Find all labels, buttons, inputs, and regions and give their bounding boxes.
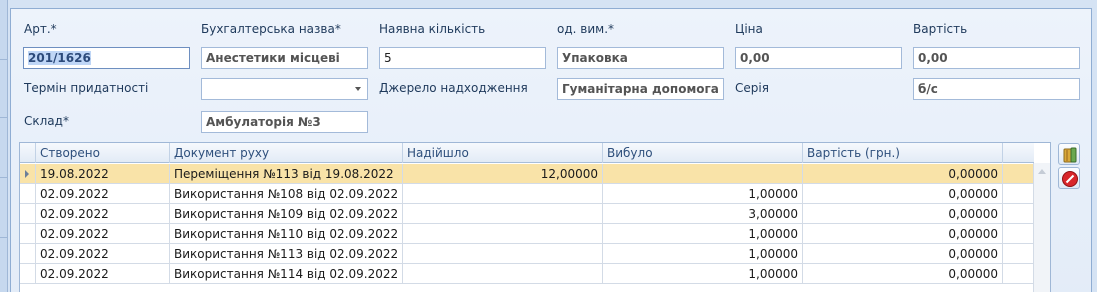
table-row[interactable]: 02.09.2022 Використання №113 від 02.09.2… [20,244,1034,264]
cell-outgoing: 1,00000 [603,224,803,244]
cell-incoming [403,204,603,224]
cell-created: 02.09.2022 [36,224,170,244]
cell-document: Використання №110 від 02.09.2022 [170,224,403,244]
cell-outgoing: 1,00000 [603,264,803,284]
cost-input[interactable]: 0,00 [913,47,1080,69]
cell-outgoing: 3,00000 [603,204,803,224]
cell-document: Переміщення №113 від 19.08.2022 [170,164,403,184]
cell-cost: 0,00000 [803,164,1003,184]
expiry-dropdown[interactable] [201,78,368,100]
cell-document: Використання №109 від 02.09.2022 [170,204,403,224]
unit-input[interactable]: Упаковка [557,47,724,69]
add-record-button[interactable] [1058,143,1080,165]
unit-label: од. вим.* [557,22,615,36]
cell-created: 02.09.2022 [36,184,170,204]
delete-record-button[interactable] [1058,167,1080,189]
grid-header: Створено Документ руху Надійшло Вибуло В… [20,143,1034,163]
cell-incoming [403,184,603,204]
cell-cost: 0,00000 [803,264,1003,284]
cell-cost: 0,00000 [803,224,1003,244]
warehouse-input[interactable]: Амбулаторія №3 [201,111,368,133]
current-row-icon [25,170,29,178]
row-indicator [20,164,36,184]
row-indicator [20,264,36,284]
cell-incoming [403,244,603,264]
series-label: Серія [735,81,769,95]
column-document[interactable]: Документ руху [170,143,403,163]
column-cost[interactable]: Вартість (грн.) [803,143,1003,163]
art-label: Арт.* [24,22,57,36]
row-indicator [20,244,36,264]
art-input[interactable]: 201/1626 [23,47,190,69]
table-row[interactable]: 02.09.2022 Використання №110 від 02.09.2… [20,224,1034,244]
price-input[interactable]: 0,00 [735,47,902,69]
cell-cost: 0,00000 [803,184,1003,204]
cell-outgoing [603,164,803,184]
chevron-down-icon[interactable] [355,87,361,91]
scroll-up-icon[interactable] [1038,169,1046,174]
quantity-label: Наявна кількість [379,22,486,36]
art-value: 201/1626 [28,51,91,65]
column-incoming[interactable]: Надійшло [403,143,603,163]
row-indicator [20,224,36,244]
book-add-icon [1063,147,1077,163]
cell-cost: 0,00000 [803,244,1003,264]
row-indicator [20,184,36,204]
row-indicator [20,204,36,224]
table-row[interactable]: 19.08.2022 Переміщення №113 від 19.08.20… [20,164,1034,184]
left-window-edge [0,0,8,292]
cell-incoming [403,224,603,244]
cell-created: 02.09.2022 [36,264,170,284]
cell-outgoing: 1,00000 [603,184,803,204]
expiry-label: Термін придатності [24,81,149,95]
cost-label: Вартість [913,22,968,36]
quantity-input[interactable]: 5 [379,47,546,69]
table-row[interactable]: 02.09.2022 Використання №109 від 02.09.2… [20,204,1034,224]
cell-cost: 0,00000 [803,204,1003,224]
cell-document: Використання №113 від 02.09.2022 [170,244,403,264]
cell-incoming: 12,00000 [403,164,603,184]
series-input[interactable]: б/с [913,78,1080,100]
cell-created: 19.08.2022 [36,164,170,184]
source-label: Джерело надходження [379,81,528,95]
cell-outgoing: 1,00000 [603,244,803,264]
accounting-name-label: Бухгалтерська назва* [201,22,341,36]
cell-created: 02.09.2022 [36,204,170,224]
cell-created: 02.09.2022 [36,244,170,264]
cell-document: Використання №108 від 02.09.2022 [170,184,403,204]
column-created[interactable]: Створено [36,143,170,163]
table-row[interactable]: 02.09.2022 Використання №114 від 02.09.2… [20,264,1034,284]
table-row[interactable]: 02.09.2022 Використання №108 від 02.09.2… [20,184,1034,204]
accounting-name-input[interactable]: Анестетики місцеві [201,47,368,69]
header-indicator [20,143,36,163]
cell-document: Використання №114 від 02.09.2022 [170,264,403,284]
column-outgoing[interactable]: Вибуло [603,143,803,163]
movements-grid: Створено Документ руху Надійшло Вибуло В… [19,142,1051,292]
delete-icon [1062,171,1078,187]
source-input[interactable]: Гуманітарна допомога [557,78,724,100]
warehouse-label: Склад* [24,114,69,128]
grid-vertical-scrollbar[interactable] [1033,163,1050,292]
cell-incoming [403,264,603,284]
price-label: Ціна [735,22,763,36]
